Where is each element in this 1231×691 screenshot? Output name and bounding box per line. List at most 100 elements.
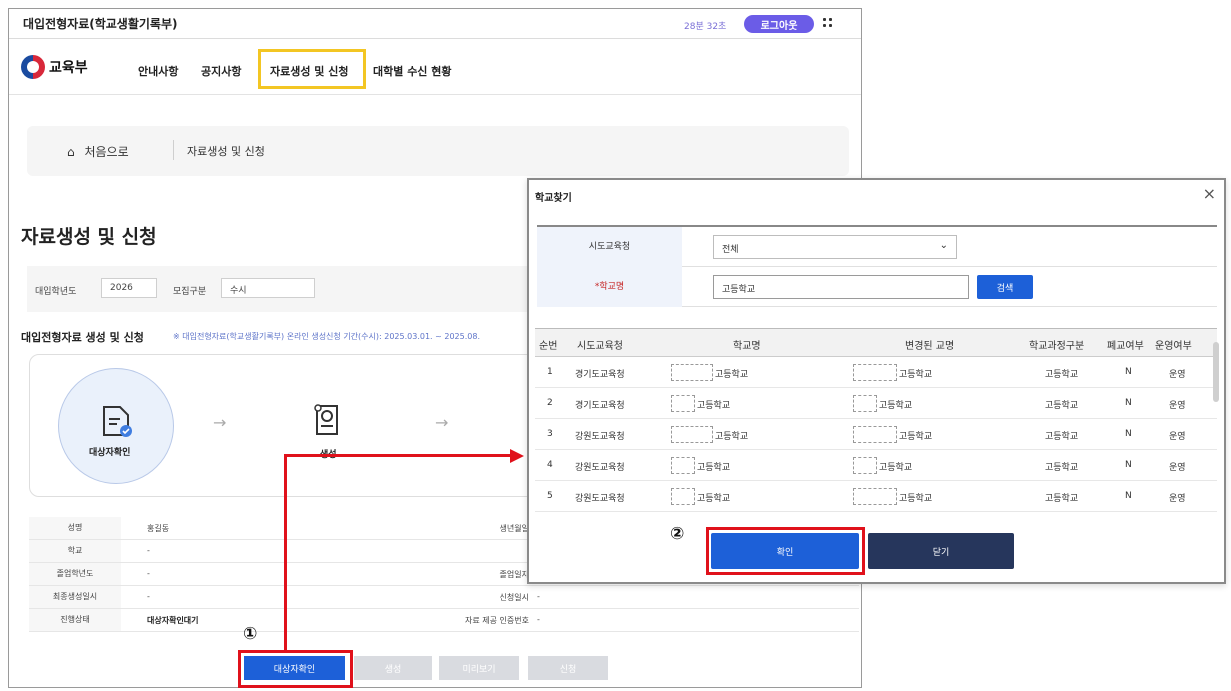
cell-changed-name: 고등학교: [899, 494, 933, 504]
breadcrumb-home-label: 처음으로: [84, 145, 129, 159]
section-title: 대입전형자료 생성 및 신청: [21, 331, 144, 344]
year-label: 대입학년도: [35, 287, 77, 297]
table-row[interactable]: 4 강원도교육청 고등학교 고등학교 고등학교 N 운영: [535, 450, 1217, 481]
column-header: 학교명: [733, 341, 761, 352]
cell-course: 고등학교: [1045, 494, 1079, 504]
preview-button[interactable]: 미리보기: [439, 656, 519, 680]
cell-office: 강원도교육청: [575, 463, 625, 473]
cell-closed: N: [1125, 367, 1132, 377]
info-value: -: [147, 546, 150, 555]
column-header: 학교과정구분: [1029, 341, 1085, 352]
office-select[interactable]: 전체 ⌄: [713, 235, 957, 259]
redacted-box: [671, 395, 695, 412]
info-label: 졸업학년도: [29, 563, 121, 585]
home-icon: ⌂: [67, 145, 75, 159]
redacted-box: [853, 395, 877, 412]
nav-item-notice[interactable]: 공지사항: [201, 63, 241, 79]
info-value: -: [147, 592, 150, 601]
redacted-box: [671, 426, 713, 443]
type-field[interactable]: 수시: [221, 278, 315, 298]
info-row: 최종생성일시 - 신청일시 -: [29, 586, 859, 609]
section-note: ※ 대입전형자료(학교생활기록부) 온라인 생성신청 기간(수시): 2025.…: [173, 332, 480, 341]
table-row[interactable]: 3 강원도교육청 고등학교 고등학교 고등학교 N 운영: [535, 419, 1217, 450]
taegeuk-logo-icon: [21, 55, 45, 79]
info-value: 홍길동: [147, 524, 170, 533]
arrow-head-icon: [510, 449, 524, 463]
column-header: 시도교육청: [577, 341, 623, 352]
info-label: 신청일시: [499, 593, 529, 602]
search-button[interactable]: 검색: [977, 275, 1033, 299]
cell-no: 5: [547, 491, 553, 501]
info-label: 성명: [29, 517, 121, 539]
cell-operating: 운영: [1169, 432, 1186, 442]
search-row-office: 시도교육청 전체 ⌄: [537, 227, 1217, 267]
document-check-icon: [103, 406, 132, 437]
info-value: -: [537, 592, 540, 601]
cell-operating: 운영: [1169, 494, 1186, 504]
year-field[interactable]: 2026: [101, 278, 157, 298]
close-button[interactable]: 닫기: [868, 533, 1014, 569]
breadcrumb-divider: [173, 140, 174, 160]
breadcrumb: ⌂ 처음으로 자료생성 및 신청: [27, 126, 849, 176]
cell-course: 고등학교: [1045, 463, 1079, 473]
search-form: 시도교육청 전체 ⌄ *학교명 고등학교 검색: [537, 225, 1217, 307]
cell-operating: 운영: [1169, 463, 1186, 473]
column-header: 순번: [539, 341, 558, 352]
school-name-input-value: 고등학교: [722, 285, 756, 295]
generate-button[interactable]: 생성: [354, 656, 432, 680]
info-row: 진행상태 대상자확인대기 자료 제공 인증번호 -: [29, 609, 859, 632]
cell-course: 고등학교: [1045, 370, 1079, 380]
main-nav: 교육부 안내사항 공지사항 자료생성 및 신청 대학별 수신 현황: [9, 47, 861, 95]
info-label: 자료 제공 인증번호: [465, 616, 529, 625]
step-target-confirm-label: 대상자확인: [89, 448, 131, 458]
school-name-input[interactable]: 고등학교: [713, 275, 969, 299]
type-label: 모집구분: [173, 287, 207, 297]
cell-changed-name: 고등학교: [899, 370, 933, 380]
marker-2: ②: [670, 524, 685, 544]
cell-closed: N: [1125, 491, 1132, 501]
table-scrollbar[interactable]: [1212, 336, 1220, 501]
title-bar: 대입전형자료(학교생활기록부): [9, 9, 861, 39]
cell-school-name: 고등학교: [715, 370, 749, 380]
table-row[interactable]: 1 경기도교육청 고등학교 고등학교 고등학교 N 운영: [535, 357, 1217, 388]
cell-closed: N: [1125, 398, 1132, 408]
cell-changed-name: 고등학교: [899, 432, 933, 442]
ministry-logo[interactable]: 교육부: [21, 55, 88, 79]
redacted-box: [853, 488, 897, 505]
cell-school-name: 고등학교: [697, 401, 731, 411]
redacted-box: [671, 457, 695, 474]
table-row[interactable]: 5 강원도교육청 고등학교 고등학교 고등학교 N 운영: [535, 481, 1217, 512]
connector-line-horizontal: [284, 454, 512, 457]
step-arrow-icon: →: [213, 413, 227, 432]
step-arrow-icon: →: [435, 413, 449, 432]
window-title: 대입전형자료(학교생활기록부): [23, 17, 178, 31]
cell-office: 경기도교육청: [575, 370, 625, 380]
apply-button[interactable]: 신청: [528, 656, 608, 680]
school-results-table: 순번 시도교육청 학교명 변경된 교명 학교과정구분 폐교여부 운영여부 1 경…: [535, 328, 1217, 512]
cell-operating: 운영: [1169, 370, 1186, 380]
cell-office: 경기도교육청: [575, 401, 625, 411]
logout-button[interactable]: 로그아웃: [744, 15, 814, 33]
cell-no: 3: [547, 429, 553, 439]
redacted-box: [853, 426, 897, 443]
nav-item-guide[interactable]: 안내사항: [138, 63, 178, 79]
breadcrumb-home[interactable]: ⌂ 처음으로: [67, 143, 129, 160]
info-label: 생년월일: [499, 524, 529, 533]
column-header: 폐교여부: [1107, 341, 1144, 352]
close-icon[interactable]: ×: [1203, 184, 1216, 203]
grid-menu-icon[interactable]: [821, 16, 835, 30]
chevron-down-icon: ⌄: [939, 240, 948, 251]
cell-school-name: 고등학교: [697, 463, 731, 473]
school-search-dialog: 학교찾기 × 시도교육청 전체 ⌄ *학교명 고등학교 검색 순번 시도교육청 …: [527, 178, 1226, 584]
info-label: 최종생성일시: [29, 586, 121, 608]
step-target-confirm-circle: 대상자확인: [58, 368, 174, 484]
info-label: 학교: [29, 540, 121, 562]
table-row[interactable]: 2 경기도교육청 고등학교 고등학교 고등학교 N 운영: [535, 388, 1217, 419]
nav-item-university-status[interactable]: 대학별 수신 현황: [373, 63, 452, 79]
school-name-label: *학교명: [537, 267, 682, 307]
cell-closed: N: [1125, 460, 1132, 470]
cell-changed-name: 고등학교: [879, 401, 913, 411]
scroll-thumb[interactable]: [1213, 342, 1219, 402]
status-value: 대상자확인대기: [147, 616, 199, 625]
nav-highlight-box: [258, 49, 366, 89]
